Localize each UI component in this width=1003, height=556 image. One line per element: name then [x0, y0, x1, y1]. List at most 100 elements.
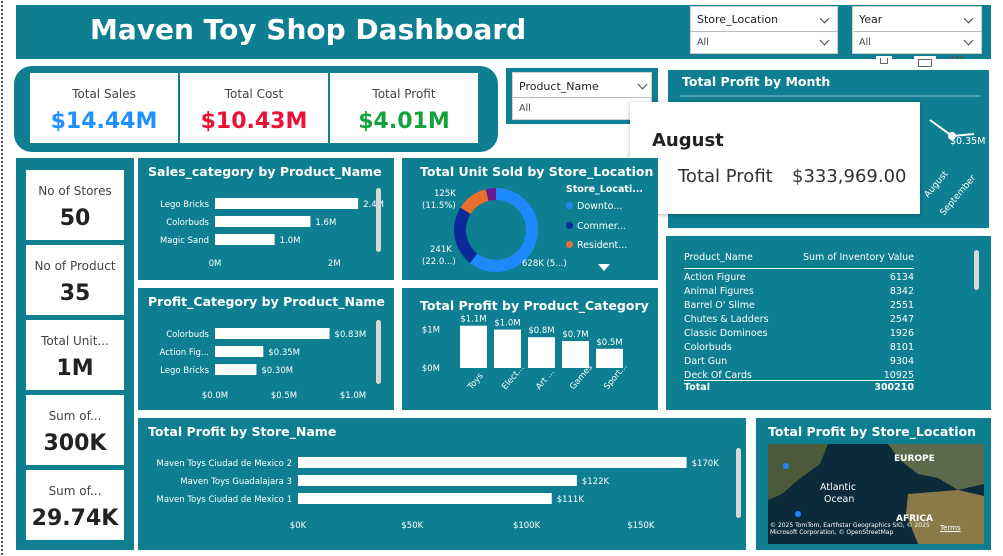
legend-title: Store_Locati...: [566, 184, 644, 195]
slice-label: (11.5%): [422, 201, 456, 211]
tick-label: $100K: [513, 521, 541, 531]
store-location-slicer[interactable]: Store_Location All: [690, 6, 838, 54]
product-category-chart: $0M$1M$1.1MToys$1.0MElect...$0.8MArt ...…: [422, 315, 630, 393]
table-cell: Animal Figures: [684, 286, 754, 297]
page-title: Maven Toy Shop Dashboard: [90, 13, 527, 46]
data-label: $0.8M: [528, 326, 554, 336]
bar: [215, 346, 264, 357]
scrollbar[interactable]: [376, 320, 381, 384]
kpi-label: Total Profit: [372, 87, 436, 101]
page-border: [1, 1, 7, 555]
table-cell: 2551: [889, 300, 914, 311]
tick-label: $150K: [627, 521, 655, 531]
product-category-panel: Total Profit by Product_Category $0M $1M $…: [402, 288, 658, 410]
slicer-value[interactable]: All: [859, 37, 871, 48]
tick-label: $1.0M: [340, 391, 366, 401]
legend-scroll-down-icon[interactable]: [598, 264, 610, 271]
category-label: Lego Bricks: [160, 200, 209, 210]
panel-title: Total Profit by Store_Location: [768, 424, 977, 439]
map-attribution: © 2025 TomTom, Earthstar Geographics SIO…: [770, 522, 930, 536]
kpi-value: $4.01M: [358, 109, 450, 134]
year-slicer[interactable]: Year All: [852, 6, 982, 54]
data-label: $1.1M: [460, 315, 486, 325]
kpi-value: $14.44M: [50, 109, 158, 134]
map-label: Ocean: [824, 494, 855, 505]
slicer-label: Store_Location: [697, 13, 779, 26]
table-cell: 8342: [889, 286, 914, 297]
chevron-down-icon[interactable]: [963, 13, 974, 24]
slicer-label: Product_Name: [519, 80, 599, 93]
data-label: $0.35M: [268, 348, 300, 358]
slicer-value[interactable]: All: [697, 37, 709, 48]
legend-item[interactable]: Resident...: [566, 240, 627, 251]
map-view[interactable]: EUROPE Atlantic Ocean AFRICA © 2025 TomT…: [768, 444, 984, 544]
tick-label: $0M: [422, 364, 440, 374]
chevron-down-icon[interactable]: [819, 35, 830, 46]
data-label: $0.7M: [562, 330, 588, 340]
legend-label: Downto...: [577, 201, 623, 212]
data-label: $1.0M: [494, 319, 520, 329]
data-label: 1.0M: [280, 236, 301, 246]
card-stores: No of Stores 50: [26, 170, 124, 240]
card-sum-2: Sum of... 29.74K: [26, 470, 124, 540]
slicer-value[interactable]: All: [519, 103, 531, 114]
store-location-marker: [795, 511, 801, 517]
data-label: $0.5M: [596, 338, 622, 348]
chevron-down-icon[interactable]: [963, 35, 974, 46]
legend-label: Resident...: [577, 240, 628, 251]
unit-sold-donut: 628K (5...) 241K (22.0...) 125K (11.5%): [422, 188, 567, 272]
focus-mode-icon[interactable]: [914, 56, 936, 70]
category-label: Action Fig...: [160, 348, 209, 358]
column-header[interactable]: Sum of Inventory Value: [803, 252, 914, 263]
table-cell: Classic Dominoes: [684, 328, 768, 339]
card-label: Sum of...: [48, 409, 102, 423]
bar: [298, 457, 687, 468]
table-cell: Dart Gun: [684, 356, 728, 367]
kpi-total-sales: Total Sales $14.44M: [30, 73, 178, 143]
scrollbar[interactable]: [736, 448, 741, 518]
series-line: [929, 119, 953, 137]
header-banner: Maven Toy Shop Dashboard: [16, 5, 991, 59]
chevron-down-icon[interactable]: [819, 13, 830, 24]
card-label: No of Product: [34, 259, 116, 273]
tick-label: $0K: [290, 521, 307, 531]
chevron-down-icon[interactable]: [637, 79, 648, 90]
card-sum-1: Sum of... 300K: [26, 395, 124, 465]
table-cell: 2547: [889, 314, 914, 325]
scrollbar[interactable]: [376, 188, 381, 252]
map-terms-link[interactable]: Terms: [940, 524, 961, 532]
profit-category-chart: Colorbuds $0.83M Action Fig... $0.35M Lego B…: [160, 328, 366, 401]
category-label: Maven Toys Guadalajara 3: [180, 477, 292, 487]
slice-label: 241K: [430, 245, 452, 255]
kpi-value: $10.43M: [200, 109, 308, 134]
scrollbar[interactable]: [974, 250, 979, 290]
inventory-table-panel: Product_Name Sum of Inventory Value Acti…: [666, 236, 991, 410]
table-cell: Chutes & Ladders: [684, 314, 769, 325]
more-options-icon[interactable]: ⋯: [950, 50, 964, 66]
bar: [528, 337, 555, 368]
category-label: Maven Toys Ciudad de Mexico 1: [156, 495, 292, 505]
table-cell: 1926: [889, 328, 914, 339]
bar: [215, 198, 359, 209]
total-label: Total: [684, 382, 710, 393]
category-label: Colorbuds: [166, 218, 209, 228]
legend-item[interactable]: Downto...: [566, 201, 622, 212]
data-label: $122K: [582, 477, 610, 487]
legend-item[interactable]: Commer...: [566, 221, 626, 232]
tick-label: August: [923, 169, 951, 200]
unit-sold-panel: Total Unit Sold by Store_Location 628K (…: [402, 158, 658, 280]
filter-icon[interactable]: [876, 56, 892, 70]
column-header[interactable]: Product_Name: [684, 252, 753, 263]
sales-category-chart: Lego Bricks 2.4MColorbuds 1.6MMagic Sand 1.…: [160, 198, 384, 269]
cards-panel: No of Stores 50 No of Product 35 Total U…: [16, 158, 134, 550]
category-label: Magic Sand: [160, 236, 209, 246]
kpi-group: Total Sales $14.44M Total Cost $10.43M T…: [14, 66, 498, 152]
store-name-panel: Total Profit by Store_Name Maven Toys Ci…: [138, 418, 746, 550]
tooltip: August Total Profit $333,969.00: [630, 102, 920, 214]
card-value: 300K: [43, 431, 107, 456]
bar: [215, 328, 330, 339]
tick-label: $1M: [422, 326, 440, 336]
card-value: 35: [59, 281, 91, 306]
total-value: 300210: [874, 382, 914, 393]
tooltip-label: Total Profit: [678, 166, 773, 187]
